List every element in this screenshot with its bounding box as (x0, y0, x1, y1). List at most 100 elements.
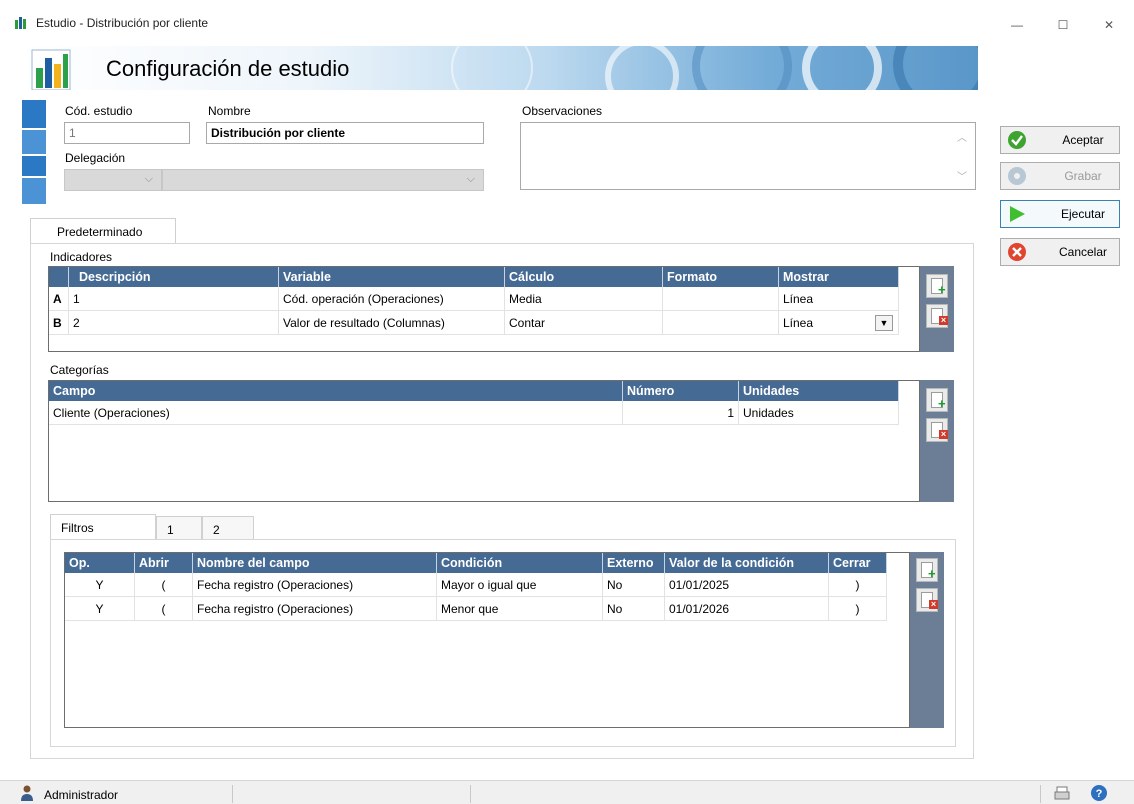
cod-estudio-label: Cód. estudio (65, 104, 133, 118)
chevron-down-icon: ⌵ (144, 173, 153, 185)
ejecutar-button[interactable]: Ejecutar (1000, 200, 1120, 228)
dropdown-arrow-icon[interactable]: ▼ (875, 315, 893, 331)
table-cell[interactable]: Fecha registro (Operaciones) (193, 597, 437, 621)
row-header-corner (49, 267, 69, 287)
row-key[interactable]: B (49, 311, 69, 335)
status-separator (470, 785, 471, 803)
cancelar-button[interactable]: Cancelar (1000, 238, 1120, 266)
col-formato: Formato (663, 267, 779, 287)
aceptar-button[interactable]: Aceptar (1000, 126, 1120, 154)
delegacion-name-select: ⌵ (162, 169, 484, 191)
indicadores-grid: Descripción Variable Cálculo Formato Mos… (48, 266, 920, 352)
study-logo-icon (30, 48, 82, 90)
table-cell[interactable]: No (603, 573, 665, 597)
table-cell[interactable]: Mayor o igual que (437, 573, 603, 597)
printer-icon[interactable] (1052, 784, 1072, 802)
indicadores-label: Indicadores (50, 250, 113, 264)
table-cell[interactable]: 01/01/2025 (665, 573, 829, 597)
cod-estudio-field[interactable]: 1 (64, 122, 190, 144)
chevron-down-icon: ⌵ (466, 173, 475, 185)
tab-predeterminado[interactable]: Predeterminado (30, 218, 176, 244)
table-cell[interactable]: Menor que (437, 597, 603, 621)
check-icon (1008, 131, 1026, 149)
grabar-label: Grabar (1064, 169, 1102, 183)
page-title: Configuración de estudio (106, 56, 350, 81)
window-title: Estudio - Distribución por cliente (36, 16, 209, 30)
observaciones-label: Observaciones (522, 104, 603, 118)
table-cell[interactable]: Contar (505, 311, 663, 335)
table-cell[interactable]: 01/01/2026 (665, 597, 829, 621)
status-separator (1040, 785, 1041, 803)
col-valor-condicion: Valor de la condición (665, 553, 829, 573)
table-cell[interactable] (663, 311, 779, 335)
col-mostrar: Mostrar (779, 267, 899, 287)
status-bar: Administrador ? (0, 780, 1134, 804)
table-cell[interactable]: No (603, 597, 665, 621)
col-campo: Campo (49, 381, 623, 401)
maximize-button[interactable]: ☐ (1040, 10, 1086, 40)
side-stripe (22, 90, 46, 210)
cancelar-label: Cancelar (1058, 245, 1108, 259)
disc-icon (1008, 167, 1026, 185)
col-externo: Externo (603, 553, 665, 573)
col-variable: Variable (279, 267, 505, 287)
col-abrir: Abrir (135, 553, 193, 573)
table-cell[interactable]: Cód. operación (Operaciones) (279, 287, 505, 311)
delegacion-code-select: ⌵ (64, 169, 162, 191)
app-icon (14, 16, 28, 30)
table-cell[interactable]: Y (65, 573, 135, 597)
table-cell[interactable]: Unidades (739, 401, 899, 425)
ejecutar-label: Ejecutar (1060, 207, 1106, 221)
table-cell[interactable]: ) (829, 597, 887, 621)
tab-1[interactable]: 1 (156, 516, 202, 540)
observaciones-textarea[interactable]: ︿ ﹀ (520, 122, 976, 190)
table-cell[interactable]: ) (829, 573, 887, 597)
table-cell[interactable]: Línea (779, 287, 899, 311)
user-icon (21, 785, 33, 801)
play-icon (1010, 206, 1025, 222)
table-cell[interactable]: 2 (69, 311, 279, 335)
aceptar-label: Aceptar (1062, 133, 1104, 147)
col-numero: Número (623, 381, 739, 401)
col-unidades: Unidades (739, 381, 899, 401)
scroll-down-icon[interactable]: ﹀ (957, 168, 967, 183)
categorias-grid: Campo Número Unidades Cliente (Operacion… (48, 380, 920, 502)
title-bar: Estudio - Distribución por cliente — ☐ ✕ (0, 0, 1134, 44)
table-cell[interactable] (663, 287, 779, 311)
table-cell[interactable]: 1 (69, 287, 279, 311)
delete-row-icon[interactable]: × (926, 418, 948, 442)
delete-row-icon[interactable]: × (926, 304, 948, 328)
col-calculo: Cálculo (505, 267, 663, 287)
delete-row-icon[interactable]: × (916, 588, 938, 612)
table-cell[interactable]: ( (135, 573, 193, 597)
table-cell[interactable]: Fecha registro (Operaciones) (193, 573, 437, 597)
grabar-button[interactable]: Grabar (1000, 162, 1120, 190)
table-cell[interactable]: Media (505, 287, 663, 311)
scroll-up-icon[interactable]: ︿ (957, 129, 967, 144)
add-row-icon[interactable]: + (926, 274, 948, 298)
add-row-icon[interactable]: + (926, 388, 948, 412)
table-cell[interactable]: Cliente (Operaciones) (49, 401, 623, 425)
tab-filtros-comunes[interactable]: Filtros comunes (50, 514, 156, 549)
filtros-grid: Op. Abrir Nombre del campo Condición Ext… (64, 552, 910, 728)
delegacion-label: Delegación (65, 151, 126, 165)
table-cell[interactable]: Valor de resultado (Columnas) (279, 311, 505, 335)
tab-2[interactable]: 2 (202, 516, 254, 540)
row-key[interactable]: A (49, 287, 69, 311)
header-banner: Configuración de estudio (22, 46, 978, 90)
close-button[interactable]: ✕ (1086, 10, 1132, 40)
table-cell[interactable]: Y (65, 597, 135, 621)
minimize-button[interactable]: — (994, 10, 1040, 40)
col-condicion: Condición (437, 553, 603, 573)
add-row-icon[interactable]: + (916, 558, 938, 582)
col-descripcion: Descripción (69, 267, 279, 287)
cancel-icon (1008, 243, 1026, 261)
table-cell[interactable]: 1 (623, 401, 739, 425)
nombre-label: Nombre (208, 104, 251, 118)
categorias-label: Categorías (50, 363, 109, 377)
col-cerrar: Cerrar (829, 553, 887, 573)
table-cell[interactable]: ( (135, 597, 193, 621)
help-icon[interactable]: ? (1090, 784, 1108, 802)
status-separator (232, 785, 233, 803)
nombre-field[interactable]: Distribución por cliente (206, 122, 484, 144)
